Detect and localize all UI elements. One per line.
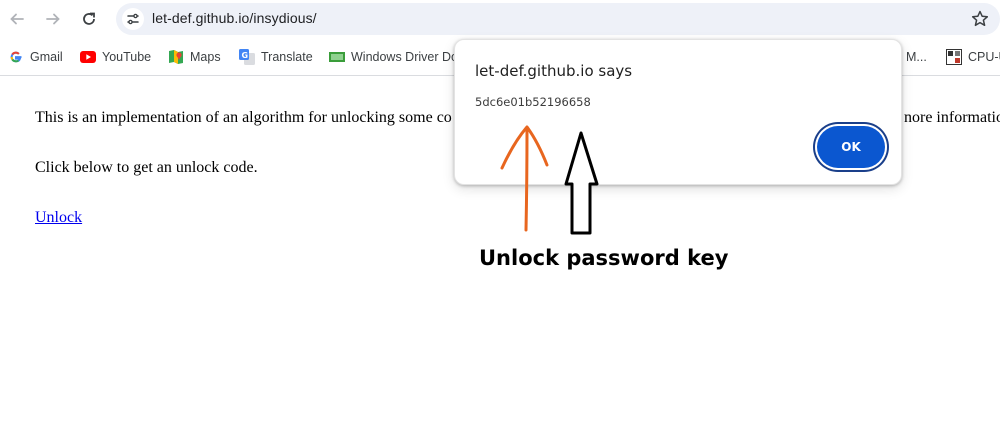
orange-arrow — [500, 125, 549, 232]
annotation-layer — [500, 125, 599, 235]
black-arrow — [564, 131, 599, 235]
annotation-label: Unlock password key — [479, 246, 729, 270]
